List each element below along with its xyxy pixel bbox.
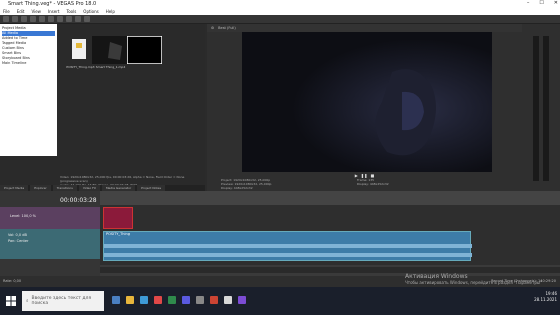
menu-view[interactable]: View [31, 9, 41, 14]
pan-value: Center [16, 239, 29, 243]
video-frame-image [242, 32, 492, 172]
video-track-header[interactable]: Level: 100,0 % [0, 207, 100, 229]
rate-readout: Rate: 0,00 [3, 279, 22, 283]
close-button[interactable]: ✕ [554, 0, 558, 6]
save-icon[interactable] [21, 16, 27, 22]
task-view-icon[interactable] [112, 296, 120, 304]
master-bus-meter [522, 24, 560, 191]
search-icon: ⌕ [26, 299, 29, 304]
main-toolbar [0, 15, 560, 24]
media-thumb-video[interactable]: Smart Thing_1.mp4 [92, 36, 127, 69]
watermark-subtitle: Чтобы активировать Windows, перейдите в … [405, 280, 542, 285]
app-icon-purple[interactable] [238, 296, 246, 304]
timecode: 00:00:03:28 [60, 197, 97, 204]
undo-icon[interactable] [75, 16, 81, 22]
windows-start-icon[interactable] [6, 296, 16, 306]
video-frame [242, 32, 492, 172]
clock-date: 28.11.2021 [534, 297, 557, 302]
preview-toolbar: ⚙ Best (Full) [207, 24, 522, 32]
stop-icon[interactable]: ■ [371, 173, 375, 178]
video-event[interactable] [103, 207, 133, 229]
display-info: Display: 448x252x32 [221, 185, 253, 190]
audio-waveform [104, 244, 472, 257]
track-level: Level: 100,0 % [10, 214, 36, 218]
video-thumbnail [92, 36, 127, 64]
open-icon[interactable] [12, 16, 18, 22]
audio-event-name: POSITY_Thing [106, 232, 130, 236]
taskbar-search[interactable]: ⌕ Введите здесь текст для поиска [22, 291, 104, 311]
app-icon-blue[interactable] [182, 296, 190, 304]
menu-file[interactable]: File [3, 9, 10, 14]
media-bins-tree: Project Media All Media Added to Time Ta… [0, 24, 57, 156]
media-thumb-selected[interactable] [126, 35, 163, 65]
vol-value: 0,0 dB [15, 233, 27, 237]
app-icon-white[interactable] [224, 296, 232, 304]
media-info-video: Video: 1920x1080x32, 25,000 fps, 00:00:0… [60, 175, 185, 183]
menu-tools[interactable]: Tools [66, 9, 76, 14]
opera-icon[interactable] [154, 296, 162, 304]
properties-icon[interactable] [39, 16, 45, 22]
maximize-button[interactable]: ☐ [539, 0, 543, 6]
system-tray-clock[interactable]: 19:46 28.11.2021 [534, 291, 557, 303]
pause-icon[interactable]: ❚❚ [361, 173, 368, 178]
video-preview-panel: ⚙ Best (Full) ▶ ❚❚ ■ Project: 1920x1080x… [207, 24, 522, 191]
time-ruler[interactable] [100, 191, 560, 205]
app-icon-red[interactable] [210, 296, 218, 304]
menu-help[interactable]: Help [106, 9, 115, 14]
redo-icon[interactable] [84, 16, 90, 22]
audio-meter-bars [533, 36, 549, 181]
tree-item-main-timeline[interactable]: Main Timeline [2, 61, 55, 66]
app-icon-green[interactable] [168, 296, 176, 304]
paste-icon[interactable] [66, 16, 72, 22]
windows-activation-watermark: Активация Windows Чтобы активировать Win… [405, 274, 542, 286]
black-thumbnail [126, 35, 163, 65]
menu-edit[interactable]: Edit [17, 9, 25, 14]
menu-options[interactable]: Options [83, 9, 98, 14]
audio-event[interactable]: POSITY_Thing [103, 231, 472, 261]
menu-bar: File Edit View Insert Tools Options Help [0, 8, 560, 15]
cut-icon[interactable] [48, 16, 54, 22]
preview-quality-dropdown[interactable]: Best (Full) [218, 26, 236, 30]
project-media-panel: Project Media All Media Added to Time Ta… [0, 24, 205, 187]
settings-icon[interactable]: ⚙ [211, 26, 214, 30]
timeline-scrollbar[interactable] [100, 267, 560, 273]
search-placeholder: Введите здесь текст для поиска [31, 296, 92, 306]
preview-info: Project: 1920x1080x32, 25,000p Preview: … [207, 178, 522, 191]
window-title: Smart Thing.veg* - VEGAS Pro 18.0 [8, 1, 97, 7]
media-thumb-label: Smart Thing_1.mp4 [95, 65, 126, 69]
render-icon[interactable] [30, 16, 36, 22]
vegas-icon[interactable] [196, 296, 204, 304]
display-value: 448x252x32 [369, 181, 389, 186]
display-label: Display: [357, 181, 369, 186]
play-icon[interactable]: ▶ [355, 173, 358, 178]
pan-label: Pan: [8, 239, 16, 243]
track-area[interactable]: POSITY_Thing [100, 205, 560, 265]
minimize-button[interactable]: – [527, 0, 530, 6]
copy-icon[interactable] [57, 16, 63, 22]
timeline-panel: 00:00:03:28 Level: 100,0 % Vol: 0,0 dB P… [0, 191, 560, 276]
audio-track-header[interactable]: Vol: 0,0 dB Pan: Center [0, 229, 100, 259]
new-project-icon[interactable] [3, 16, 9, 22]
title-bar: Smart Thing.veg* - VEGAS Pro 18.0 – ☐ ✕ [0, 0, 560, 8]
windows-taskbar: ⌕ Введите здесь текст для поиска 19:46 2… [0, 287, 560, 315]
edge-icon[interactable] [140, 296, 148, 304]
track-headers: 00:00:03:28 Level: 100,0 % Vol: 0,0 dB P… [0, 191, 100, 276]
vol-label: Vol: [8, 233, 15, 237]
menu-insert[interactable]: Insert [48, 9, 59, 14]
file-explorer-icon[interactable] [126, 296, 134, 304]
